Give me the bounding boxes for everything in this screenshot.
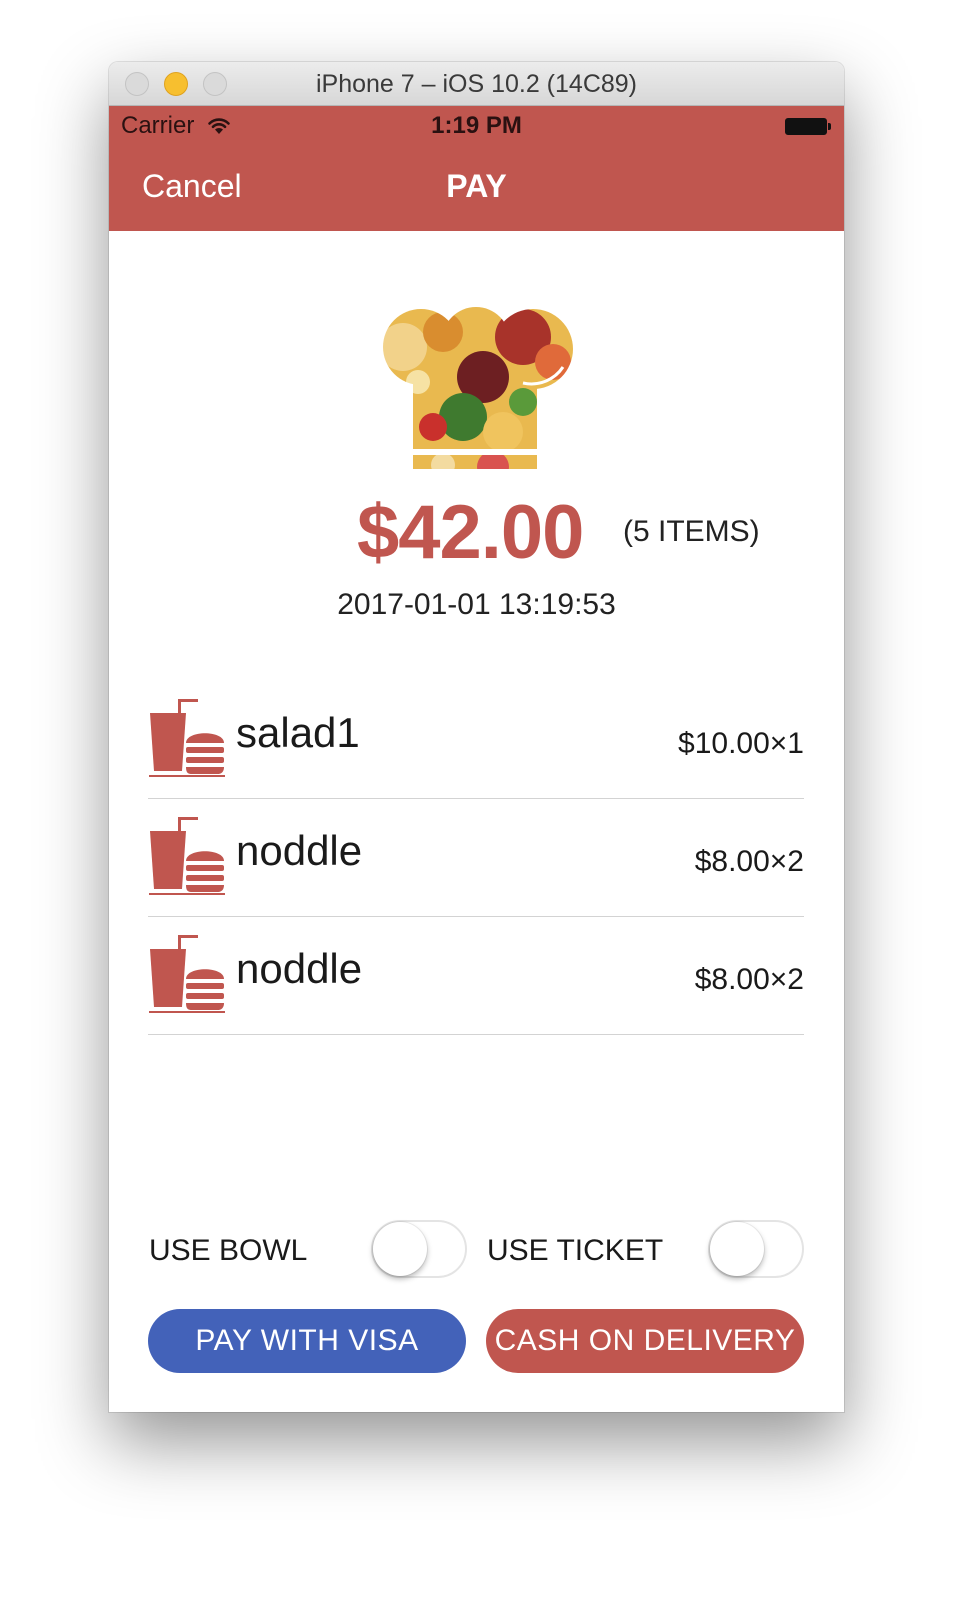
status-time: 1:19 PM [431,112,522,139]
food-drink-icon [149,699,225,777]
page-title: PAY [446,168,507,204]
use-bowl-toggle[interactable] [371,1220,467,1278]
item-price: $10.00×1 [678,727,804,760]
use-ticket-label: USE TICKET [487,1234,664,1267]
item-name: noddle [236,827,363,874]
app-header: Carrier 1:19 PM Cancel PAY [109,106,844,231]
toggle-knob [710,1222,764,1276]
food-drink-icon [149,935,225,1013]
cash-on-delivery-button[interactable]: CASH ON DELIVERY [486,1309,804,1373]
total-amount: $42.00 [357,490,584,575]
item-price: $8.00×2 [694,845,804,878]
chef-hat-logo-icon [383,307,573,469]
order-item-list: salad1 $10.00×1 noddle $8.00×2 noddle $8… [148,681,804,1035]
window-titlebar: iPhone 7 – iOS 10.2 (14C89) [109,62,844,106]
toggle-knob [373,1222,427,1276]
payment-content: $42.00 (5 ITEMS) 2017-01-01 13:19:53 sal… [109,231,844,1412]
simulator-window: iPhone 7 – iOS 10.2 (14C89) Carrier 1:19… [109,62,844,1412]
item-name: noddle [236,945,363,992]
order-timestamp: 2017-01-01 13:19:53 [337,588,616,621]
use-bowl-label: USE BOWL [149,1234,308,1267]
food-drink-icon [149,817,225,895]
order-item[interactable]: salad1 $10.00×1 [148,681,804,799]
order-item[interactable]: noddle $8.00×2 [148,799,804,917]
items-count: (5 ITEMS) [623,515,760,548]
item-name: salad1 [236,709,360,756]
window-title: iPhone 7 – iOS 10.2 (14C89) [315,70,638,98]
pay-with-visa-button[interactable]: PAY WITH VISA [148,1309,466,1373]
battery-icon [785,118,831,135]
use-ticket-toggle[interactable] [708,1220,804,1278]
item-price: $8.00×2 [694,963,804,996]
order-item[interactable]: noddle $8.00×2 [148,917,804,1035]
